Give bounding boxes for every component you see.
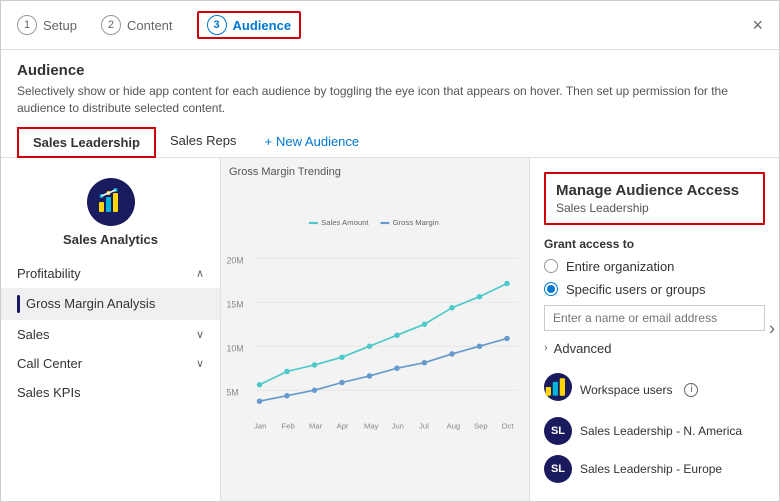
nav-item-gross-margin[interactable]: Gross Margin Analysis [1, 288, 220, 320]
chart-svg: 20M 15M 10M 5M [221, 158, 529, 501]
audience-title: Audience [17, 62, 763, 79]
right-panel: Manage Audience Access Sales Leadership … [529, 158, 779, 501]
audience-description: Selectively show or hide app content for… [17, 83, 763, 117]
chevron-call-center: ∨ [196, 357, 204, 370]
nav-label-profitability: Profitability [17, 266, 81, 281]
svg-text:Feb: Feb [282, 421, 295, 430]
user-item-na: SL Sales Leadership - N. America [544, 412, 765, 450]
chevron-sales: ∨ [196, 328, 204, 341]
nav-label-call-center: Call Center [17, 356, 82, 371]
app-icon-area: Sales Analytics [1, 170, 220, 259]
plus-icon: + [264, 134, 272, 149]
svg-text:Jul: Jul [419, 421, 429, 430]
advanced-label: Advanced [554, 341, 612, 356]
nav-item-call-center[interactable]: Call Center ∨ [1, 349, 220, 378]
user-item-europe: SL Sales Leadership - Europe [544, 450, 765, 488]
app-icon [87, 178, 135, 226]
svg-text:Sales Amount: Sales Amount [321, 218, 369, 227]
svg-text:Jan: Jan [254, 421, 266, 430]
chevron-advanced-icon: › [544, 342, 548, 354]
preview-area: Gross Margin Trending 20M 15M 10M 5M [221, 158, 529, 501]
svg-text:Mar: Mar [309, 421, 323, 430]
workspace-users-header: Workspace users i [544, 368, 765, 412]
manage-access-subtitle: Sales Leadership [556, 201, 753, 215]
audience-section: Audience Selectively show or hide app co… [1, 50, 779, 127]
nav-item-sales-kpis[interactable]: Sales KPIs [1, 378, 220, 407]
new-audience-button[interactable]: + New Audience [260, 128, 363, 155]
main-content: Sales Analytics Profitability ∧ Gross Ma… [1, 158, 779, 501]
svg-text:Aug: Aug [447, 421, 461, 430]
workspace-users-label: Workspace users [580, 383, 672, 397]
new-audience-label: New Audience [276, 134, 359, 149]
svg-text:15M: 15M [227, 299, 244, 309]
chevron-profitability: ∧ [196, 267, 204, 280]
svg-text:10M: 10M [227, 343, 244, 353]
avatar-na: SL [544, 417, 572, 445]
radio-specific-users-label: Specific users or groups [566, 282, 705, 297]
radio-entire-org-circle [544, 259, 558, 273]
grant-access-label: Grant access to [544, 237, 765, 251]
nav-label-gross-margin: Gross Margin Analysis [26, 296, 155, 311]
step-setup[interactable]: 1 Setup [17, 15, 77, 35]
step-number-content: 2 [101, 15, 121, 35]
radio-entire-org-label: Entire organization [566, 259, 674, 274]
svg-text:May: May [364, 421, 379, 430]
svg-text:20M: 20M [227, 255, 244, 265]
radio-entire-org[interactable]: Entire organization [544, 259, 765, 274]
modal-container: 1 Setup 2 Content 3 Audience × Audience … [0, 0, 780, 502]
svg-text:Oct: Oct [501, 421, 514, 430]
app-name: Sales Analytics [63, 232, 158, 247]
active-indicator [17, 295, 20, 313]
steps-header: 1 Setup 2 Content 3 Audience × [1, 1, 779, 50]
step-number-audience: 3 [207, 15, 227, 35]
svg-text:Apr: Apr [337, 421, 349, 430]
advanced-row[interactable]: › Advanced [544, 341, 765, 356]
audience-tabs: Sales Leadership Sales Reps + New Audien… [1, 127, 779, 158]
user-name-europe: Sales Leadership - Europe [580, 462, 722, 476]
nav-label-sales: Sales [17, 327, 50, 342]
step-number-setup: 1 [17, 15, 37, 35]
name-email-input[interactable] [544, 305, 765, 331]
tab-sales-reps[interactable]: Sales Reps [156, 127, 250, 156]
step-content[interactable]: 2 Content [101, 15, 173, 35]
user-name-na: Sales Leadership - N. America [580, 424, 742, 438]
avatar-europe: SL [544, 455, 572, 483]
radio-specific-users[interactable]: Specific users or groups [544, 282, 765, 297]
radio-specific-users-circle [544, 282, 558, 296]
info-icon[interactable]: i [684, 383, 698, 397]
step-audience[interactable]: 3 Audience [197, 11, 302, 39]
left-nav: Sales Analytics Profitability ∧ Gross Ma… [1, 158, 221, 501]
nav-label-sales-kpis: Sales KPIs [17, 385, 81, 400]
svg-text:Jun: Jun [392, 421, 404, 430]
workspace-icon [544, 373, 572, 401]
svg-text:Sep: Sep [474, 421, 488, 430]
nav-item-profitability[interactable]: Profitability ∧ [1, 259, 220, 288]
manage-access-box: Manage Audience Access Sales Leadership [544, 172, 765, 225]
chart-label: Gross Margin Trending [229, 166, 341, 178]
close-button[interactable]: × [752, 15, 763, 36]
svg-text:Gross Margin: Gross Margin [393, 218, 439, 227]
svg-text:5M: 5M [227, 387, 239, 397]
tab-sales-leadership[interactable]: Sales Leadership [17, 127, 156, 158]
right-expand-icon[interactable]: › [769, 319, 775, 340]
manage-access-title: Manage Audience Access [556, 182, 753, 199]
nav-item-sales[interactable]: Sales ∨ [1, 320, 220, 349]
